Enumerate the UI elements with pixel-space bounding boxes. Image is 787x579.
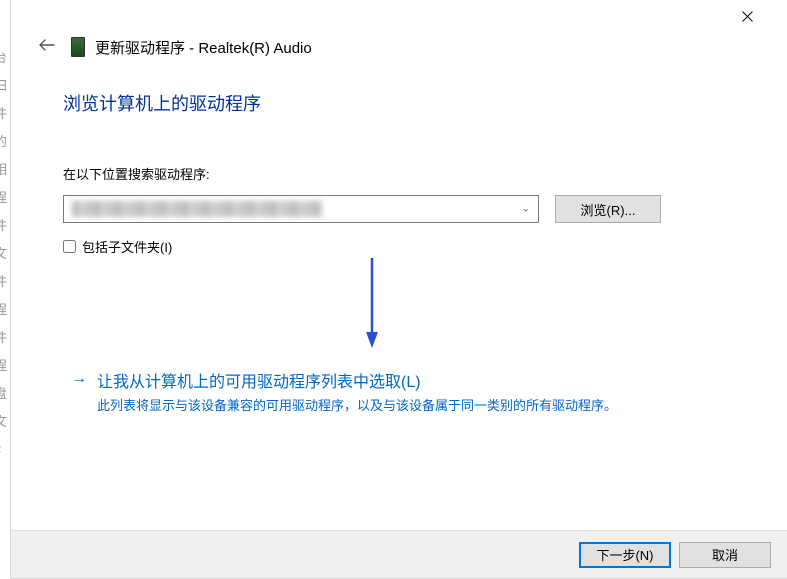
- include-subfolders-label: 包括子文件夹(I): [82, 237, 172, 256]
- option-text: 让我从计算机上的可用驱动程序列表中选取(L) 此列表将显示与该设备兼容的可用驱动…: [97, 368, 739, 416]
- right-arrow-icon: →: [71, 368, 87, 416]
- pick-from-list-option[interactable]: → 让我从计算机上的可用驱动程序列表中选取(L) 此列表将显示与该设备兼容的可用…: [71, 368, 739, 416]
- update-driver-dialog: 更新驱动程序 - Realtek(R) Audio 浏览计算机上的驱动程序 在以…: [10, 0, 787, 579]
- cancel-button[interactable]: 取消: [679, 542, 771, 568]
- include-subfolders-row[interactable]: 包括子文件夹(I): [63, 237, 739, 256]
- close-button[interactable]: [727, 4, 767, 28]
- device-icon: [71, 37, 85, 57]
- path-row: ⌄ 浏览(R)...: [63, 195, 739, 223]
- dialog-body: 浏览计算机上的驱动程序 在以下位置搜索驱动程序: ⌄ 浏览(R)... 包括子文…: [63, 90, 739, 256]
- dialog-title: 更新驱动程序 - Realtek(R) Audio: [95, 37, 312, 58]
- next-button[interactable]: 下一步(N): [579, 542, 671, 568]
- option-title[interactable]: 让我从计算机上的可用驱动程序列表中选取(L): [97, 368, 739, 392]
- back-button[interactable]: [33, 36, 61, 58]
- dialog-footer: 下一步(N) 取消: [11, 530, 787, 578]
- path-value-blurred: [72, 201, 322, 217]
- page-heading: 浏览计算机上的驱动程序: [63, 90, 739, 116]
- dialog-header: 更新驱动程序 - Realtek(R) Audio: [33, 36, 312, 58]
- path-combobox[interactable]: ⌄: [63, 195, 539, 223]
- include-subfolders-checkbox[interactable]: [63, 240, 76, 253]
- annotation-arrow: [366, 258, 378, 348]
- search-location-label: 在以下位置搜索驱动程序:: [63, 164, 739, 183]
- back-arrow-icon: [39, 39, 55, 51]
- chevron-down-icon: ⌄: [522, 204, 530, 215]
- close-icon: [742, 11, 753, 22]
- browse-button[interactable]: 浏览(R)...: [555, 195, 661, 223]
- option-description: 此列表将显示与该设备兼容的可用驱动程序，以及与该设备属于同一类别的所有驱动程序。: [97, 396, 739, 416]
- background-window-edge: 台归件的相 程件文件程 件程盘文#: [0, 44, 10, 464]
